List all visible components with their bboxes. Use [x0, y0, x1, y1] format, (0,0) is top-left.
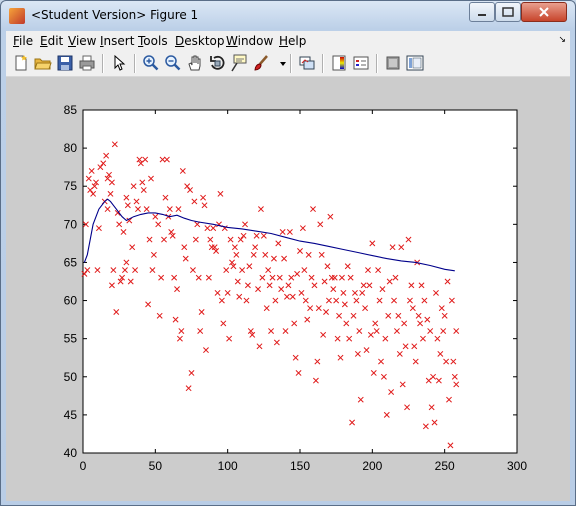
menu-help[interactable]: Help — [279, 34, 306, 48]
figure-window: <Student Version> Figure 1 File Edit Vie… — [0, 0, 576, 506]
legend-icon[interactable] — [352, 54, 370, 72]
y-tick-label: 40 — [64, 446, 78, 460]
matlab-logo-icon — [9, 8, 25, 24]
figure-canvas: 0 50 100 150 200 250 300 40 45 50 55 60 65 70 75 80 85 — [6, 77, 570, 501]
y-tick-label: 85 — [64, 103, 78, 117]
new-figure-icon[interactable] — [12, 54, 30, 72]
menu-window[interactable]: Window — [226, 34, 273, 48]
maximize-button[interactable] — [495, 2, 521, 22]
x-tick-label: 300 — [507, 459, 527, 473]
rotate-3d-icon[interactable] — [208, 54, 226, 72]
x-tick-label: 150 — [290, 459, 310, 473]
save-icon[interactable] — [56, 54, 74, 72]
open-file-icon[interactable] — [34, 54, 52, 72]
y-tick-label: 45 — [64, 408, 78, 422]
dock-arrow-icon[interactable]: ↘ — [558, 35, 566, 45]
menu-edit[interactable]: Edit — [40, 34, 63, 48]
zoom-in-icon[interactable] — [142, 54, 160, 72]
window-title: <Student Version> Figure 1 — [31, 8, 199, 22]
y-tick-label: 55 — [64, 332, 78, 346]
menu-insert[interactable]: Insert — [100, 34, 134, 48]
brush-icon[interactable] — [252, 54, 270, 72]
x-tick-label: 0 — [80, 459, 87, 473]
menu-file[interactable]: File — [13, 34, 33, 48]
brush-dropdown-icon[interactable] — [274, 54, 286, 72]
minimize-button[interactable] — [469, 2, 495, 22]
scatter-plot: 0 50 100 150 200 250 300 40 45 50 55 60 65 70 75 80 85 — [64, 103, 528, 473]
zoom-out-icon[interactable] — [164, 54, 182, 72]
title-bar[interactable]: <Student Version> Figure 1 — [1, 1, 575, 31]
y-tick-label: 75 — [64, 179, 78, 193]
y-tick-label: 65 — [64, 255, 78, 269]
y-tick-label: 50 — [64, 370, 78, 384]
link-plot-icon[interactable] — [298, 54, 316, 72]
colorbar-icon[interactable] — [330, 54, 348, 72]
menu-bar: File Edit View Insert Tools Desktop Wind… — [6, 31, 570, 51]
y-tick-label: 60 — [64, 294, 78, 308]
show-plot-tools-icon[interactable] — [406, 54, 424, 72]
y-tick-label: 80 — [64, 141, 78, 155]
close-button[interactable] — [521, 2, 567, 22]
figure-toolbar — [6, 51, 570, 77]
menu-desktop[interactable]: Desktop — [175, 34, 225, 48]
pan-hand-icon[interactable] — [186, 54, 204, 72]
x-tick-label: 50 — [149, 459, 163, 473]
data-cursor-icon[interactable] — [230, 54, 248, 72]
x-tick-label: 200 — [362, 459, 382, 473]
hide-plot-tools-icon[interactable] — [384, 54, 402, 72]
x-tick-label: 100 — [218, 459, 238, 473]
x-tick-label: 250 — [435, 459, 455, 473]
menu-tools[interactable]: Tools — [138, 34, 168, 48]
menu-view[interactable]: View — [68, 34, 96, 48]
y-tick-label: 70 — [64, 217, 78, 231]
pointer-icon[interactable] — [110, 54, 128, 72]
axes-background — [83, 110, 517, 453]
print-icon[interactable] — [78, 54, 96, 72]
